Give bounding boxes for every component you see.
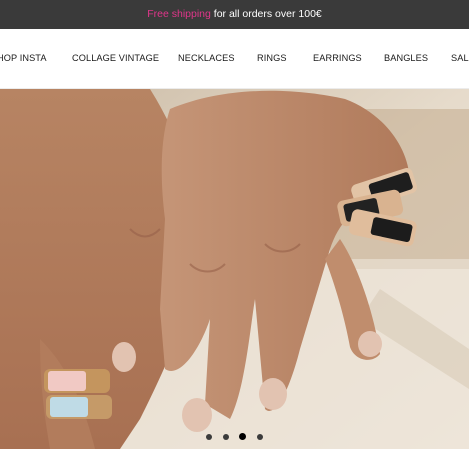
nav-item-bangles[interactable]: BANGLES bbox=[384, 29, 428, 88]
hero-image bbox=[0, 89, 469, 449]
nav-item-sale[interactable]: SALE bbox=[451, 29, 469, 88]
announcement-text: for all orders over 100€ bbox=[210, 8, 322, 20]
nav-item-necklaces[interactable]: NECKLACES bbox=[178, 29, 235, 88]
nav-item-rings[interactable]: RINGS bbox=[257, 29, 287, 88]
slide-dot-2[interactable] bbox=[222, 434, 229, 440]
hero-slideshow[interactable] bbox=[0, 89, 469, 449]
nav-item-earrings[interactable]: EARRINGS bbox=[313, 29, 362, 88]
main-navigation: HOP INSTA COLLAGE VINTAGE NECKLACES RING… bbox=[0, 29, 469, 89]
slide-dot-4[interactable] bbox=[256, 434, 263, 440]
nav-item-shop-insta[interactable]: HOP INSTA bbox=[0, 29, 47, 88]
free-shipping-highlight[interactable]: Free shipping bbox=[147, 8, 211, 20]
nav-item-collage-vintage[interactable]: COLLAGE VINTAGE bbox=[72, 29, 159, 88]
announcement-bar: Free shipping for all orders over 100€ bbox=[0, 0, 469, 29]
slideshow-pagination bbox=[0, 427, 469, 440]
page-bottom-strip bbox=[0, 449, 469, 469]
slide-dot-3[interactable] bbox=[239, 433, 247, 440]
